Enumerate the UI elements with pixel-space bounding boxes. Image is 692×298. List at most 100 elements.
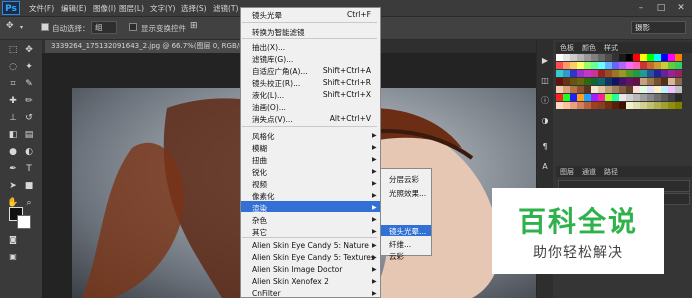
- color-swatch[interactable]: [598, 94, 605, 101]
- color-swatch[interactable]: [647, 70, 654, 77]
- color-swatch[interactable]: [563, 94, 570, 101]
- color-swatch[interactable]: [570, 70, 577, 77]
- color-swatch[interactable]: [626, 78, 633, 85]
- adjustments-panel-icon[interactable]: ◑: [538, 114, 552, 127]
- color-swatch[interactable]: [563, 86, 570, 93]
- color-swatch[interactable]: [570, 54, 577, 61]
- color-swatch[interactable]: [556, 86, 563, 93]
- color-swatch[interactable]: [654, 54, 661, 61]
- color-swatch[interactable]: [598, 102, 605, 109]
- color-swatch[interactable]: [605, 94, 612, 101]
- filter-menu-item[interactable]: 风格化: [252, 131, 275, 142]
- filter-menu-item[interactable]: Alien Skin Image Doctor: [252, 265, 342, 274]
- filter-menu-item[interactable]: 扭曲: [252, 155, 267, 166]
- properties-panel-icon[interactable]: ◫: [538, 74, 552, 87]
- color-swatch[interactable]: [661, 54, 668, 61]
- color-swatch[interactable]: [647, 78, 654, 85]
- color-swatch[interactable]: [647, 62, 654, 69]
- color-swatch[interactable]: [556, 54, 563, 61]
- filter-menu-item[interactable]: 镜头校正(R)...: [252, 78, 300, 89]
- filter-menu-item[interactable]: Alien Skin Xenofex 2: [252, 277, 329, 286]
- color-swatch[interactable]: [668, 94, 675, 101]
- color-swatch[interactable]: [626, 102, 633, 109]
- color-swatch[interactable]: [619, 102, 626, 109]
- color-swatch[interactable]: [605, 62, 612, 69]
- color-swatch[interactable]: [605, 102, 612, 109]
- color-swatch[interactable]: [647, 102, 654, 109]
- color-swatch[interactable]: [591, 54, 598, 61]
- color-swatch[interactable]: [563, 102, 570, 109]
- color-swatch[interactable]: [675, 102, 682, 109]
- render-submenu-item[interactable]: 云彩: [389, 251, 404, 262]
- color-swatch[interactable]: [584, 54, 591, 61]
- render-submenu-item[interactable]: 分层云彩: [389, 174, 419, 185]
- color-swatch[interactable]: [591, 70, 598, 77]
- close-button[interactable]: ✕: [674, 2, 688, 14]
- filter-menu-item[interactable]: 锐化: [252, 167, 267, 178]
- color-swatch[interactable]: [563, 54, 570, 61]
- filter-menu-item[interactable]: 液化(L)...: [252, 90, 284, 101]
- crop-tool-icon[interactable]: ⌗: [6, 78, 20, 91]
- filter-menu-item[interactable]: 油画(O)...: [252, 102, 286, 113]
- color-swatch[interactable]: [661, 102, 668, 109]
- color-swatch[interactable]: [605, 70, 612, 77]
- color-swatch[interactable]: [598, 78, 605, 85]
- color-swatch[interactable]: [640, 94, 647, 101]
- align-icon[interactable]: ⊞: [190, 21, 198, 31]
- color-swatch[interactable]: [591, 86, 598, 93]
- color-swatch[interactable]: [640, 86, 647, 93]
- color-swatch[interactable]: [675, 78, 682, 85]
- color-swatch[interactable]: [556, 94, 563, 101]
- color-swatch[interactable]: [626, 54, 633, 61]
- gradient-icon[interactable]: ▤: [22, 129, 36, 142]
- color-swatch[interactable]: [633, 70, 640, 77]
- move-tool-icon[interactable]: ✥: [6, 21, 14, 31]
- color-swatch[interactable]: [605, 54, 612, 61]
- color-swatch[interactable]: [640, 102, 647, 109]
- color-swatch[interactable]: [654, 62, 661, 69]
- minimize-button[interactable]: –: [634, 2, 648, 14]
- color-swatch[interactable]: [668, 78, 675, 85]
- magic-wand-icon[interactable]: ✦: [22, 61, 36, 74]
- filter-menu-item[interactable]: 像素化: [252, 191, 275, 202]
- workspace-dropdown[interactable]: 摄影: [631, 21, 686, 34]
- color-swatch[interactable]: [640, 70, 647, 77]
- color-swatch[interactable]: [556, 102, 563, 109]
- auto-select-dropdown[interactable]: 组: [91, 21, 117, 34]
- filter-menu-item[interactable]: 镜头光晕: [252, 10, 282, 21]
- color-swatch[interactable]: [633, 62, 640, 69]
- menu-filter[interactable]: 滤镜(T): [213, 3, 238, 14]
- color-swatch[interactable]: [577, 102, 584, 109]
- menu-layer[interactable]: 图层(L): [119, 3, 144, 14]
- rectangle-tool-icon[interactable]: ■: [22, 180, 36, 193]
- color-swatch[interactable]: [577, 94, 584, 101]
- filter-menu-item[interactable]: 消失点(V)...: [252, 114, 293, 125]
- color-swatch[interactable]: [619, 86, 626, 93]
- color-swatch[interactable]: [612, 62, 619, 69]
- color-swatch[interactable]: [640, 54, 647, 61]
- color-swatch[interactable]: [626, 62, 633, 69]
- color-swatch[interactable]: [612, 54, 619, 61]
- color-swatch[interactable]: [654, 78, 661, 85]
- history-brush-icon[interactable]: ↺: [22, 112, 36, 125]
- color-swatch[interactable]: [612, 70, 619, 77]
- color-swatch[interactable]: [591, 94, 598, 101]
- menu-type[interactable]: 文字(Y): [150, 3, 175, 14]
- color-swatch[interactable]: [570, 78, 577, 85]
- move-tool-icon[interactable]: ✥: [22, 44, 36, 57]
- info-panel-icon[interactable]: ⓘ: [538, 94, 552, 107]
- color-swatch[interactable]: [668, 54, 675, 61]
- maximize-button[interactable]: □: [654, 2, 668, 14]
- path-selection-icon[interactable]: ➤: [6, 180, 20, 193]
- color-swatch[interactable]: [619, 70, 626, 77]
- filter-menu-item[interactable]: 滤镜库(G)...: [252, 54, 293, 65]
- color-swatch[interactable]: [584, 94, 591, 101]
- color-swatch[interactable]: [598, 86, 605, 93]
- color-swatch[interactable]: [647, 94, 654, 101]
- color-swatch[interactable]: [598, 62, 605, 69]
- color-swatch[interactable]: [556, 70, 563, 77]
- color-swatch[interactable]: [605, 86, 612, 93]
- filter-menu-item[interactable]: 模糊: [252, 143, 267, 154]
- color-swatch[interactable]: [563, 70, 570, 77]
- tab-swatches[interactable]: 色板: [560, 43, 574, 53]
